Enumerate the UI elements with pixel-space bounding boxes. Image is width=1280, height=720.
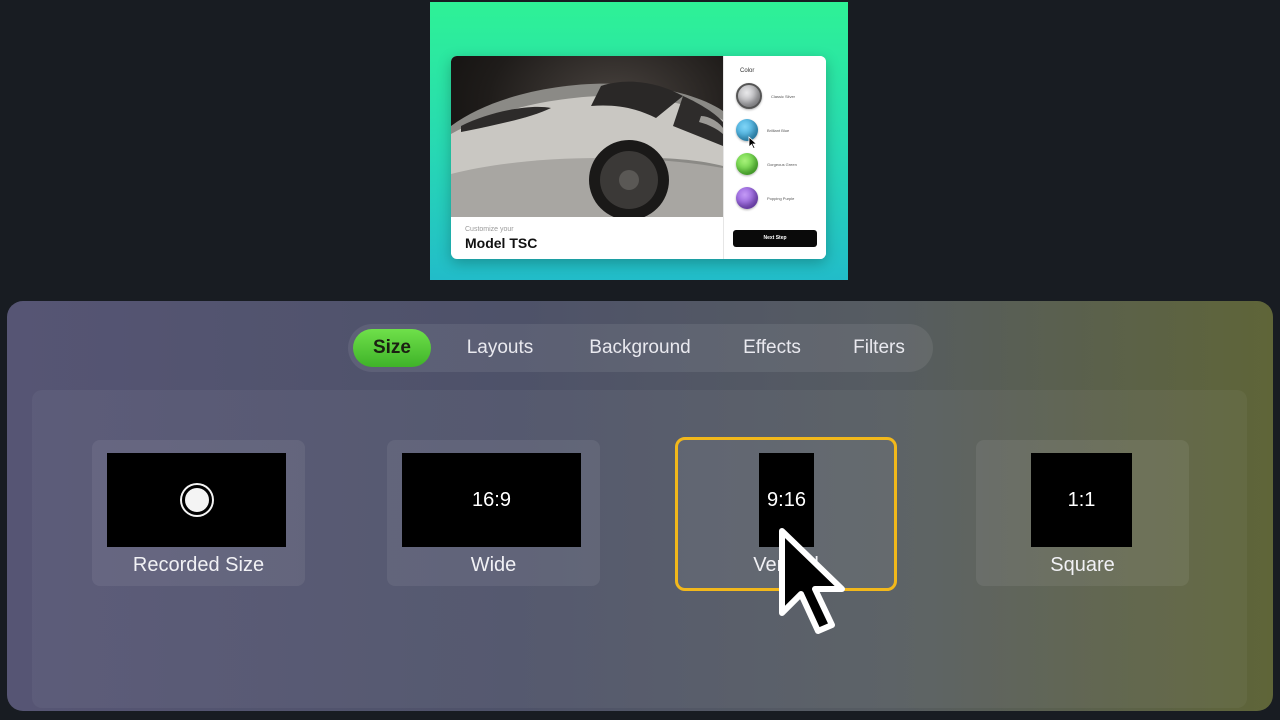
swatch-row-green[interactable]: Gorgeous Green	[736, 152, 797, 176]
swatch-row-silver[interactable]: Classic Silver	[736, 83, 796, 109]
swatch-purple[interactable]	[736, 187, 758, 209]
swatch-silver[interactable]	[736, 83, 762, 109]
square-thumbnail: 1:1	[1031, 453, 1132, 547]
recorded-size-thumbnail	[107, 453, 286, 547]
record-icon	[181, 485, 212, 515]
size-option-label: Square	[1050, 554, 1115, 576]
swatch-label: Classic Silver	[771, 93, 796, 99]
mouse-cursor-icon	[748, 136, 757, 149]
card-kicker: Customize your	[465, 226, 514, 233]
mouse-cursor-icon	[779, 528, 845, 634]
card-model-title: Model TSC	[465, 235, 538, 251]
swatch-row-blue[interactable]: Brilliant Blue	[736, 118, 789, 142]
color-options-panel: Color Classic Silver Brilliant Blue Gorg…	[723, 56, 826, 259]
swatch-label: Popping Purple	[767, 195, 795, 201]
color-heading: Color	[740, 68, 755, 74]
swatch-label: Gorgeous Green	[767, 161, 797, 167]
next-step-button[interactable]: Next Step	[733, 230, 817, 247]
wide-thumbnail: 16:9	[402, 453, 581, 547]
tab-size[interactable]: Size	[353, 329, 431, 367]
tab-background[interactable]: Background	[569, 329, 711, 367]
preview-canvas: Customize your Model TSC Color Classic S…	[430, 2, 848, 280]
tab-effects[interactable]: Effects	[726, 329, 818, 367]
preview-product-card: Customize your Model TSC Color Classic S…	[451, 56, 826, 259]
properties-panel: Size Layouts Background Effects Filters …	[7, 301, 1273, 711]
size-option-recorded[interactable]: Recorded Size	[92, 440, 305, 586]
car-photo	[451, 56, 723, 217]
tab-bar: Size Layouts Background Effects Filters	[348, 324, 933, 372]
swatch-label: Brilliant Blue	[767, 127, 790, 133]
size-option-label: Wide	[470, 554, 517, 576]
tab-filters[interactable]: Filters	[833, 329, 925, 367]
tab-layouts[interactable]: Layouts	[446, 329, 554, 367]
swatch-green[interactable]	[736, 153, 758, 175]
size-option-wide[interactable]: 16:9 Wide	[387, 440, 600, 586]
size-option-label: Recorded Size	[132, 554, 265, 576]
size-option-square[interactable]: 1:1 Square	[976, 440, 1189, 586]
swatch-row-purple[interactable]: Popping Purple	[736, 186, 794, 210]
card-caption: Customize your Model TSC	[465, 226, 537, 251]
